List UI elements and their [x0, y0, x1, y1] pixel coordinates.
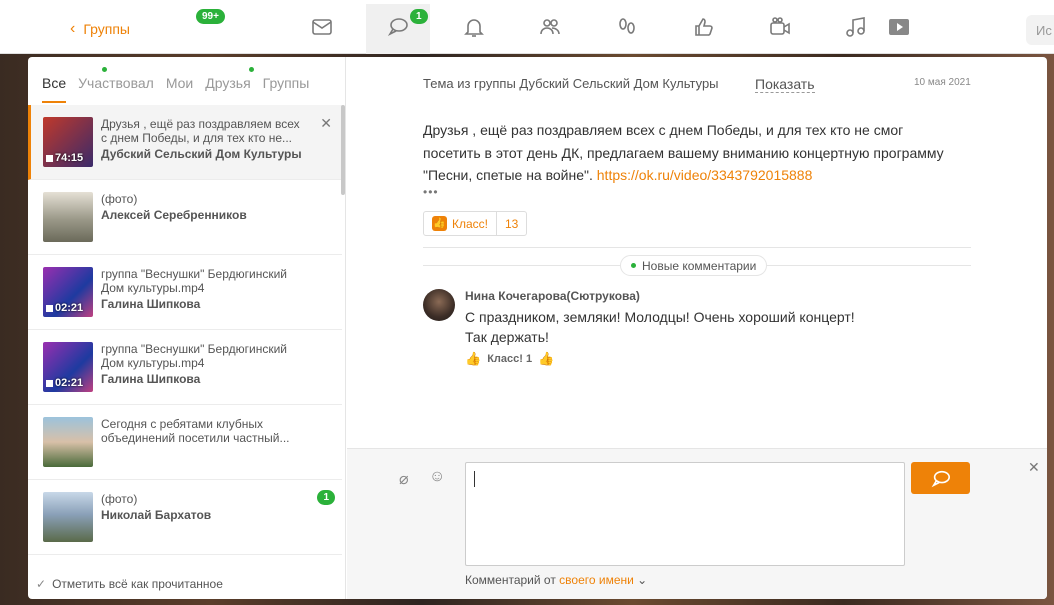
groups-badge: 99+ [196, 9, 225, 24]
tab-all[interactable]: Все [42, 75, 67, 103]
discussion-item[interactable]: 74:15 Друзья , ещё раз поздравляем всех … [28, 105, 342, 180]
discussion-author: Галина Шипкова [101, 297, 201, 311]
thumbs-up-icon: 👍 [432, 216, 447, 231]
music-icon[interactable] [843, 14, 869, 40]
thumbnail: 02:21 [43, 342, 93, 392]
discussion-author: Николай Бархатов [101, 508, 212, 522]
tab-participated[interactable]: Участвовал [78, 67, 154, 103]
thumbnail: 74:15 [43, 117, 93, 167]
bell-icon[interactable] [461, 14, 487, 40]
comment-klass[interactable]: Класс! 1 [487, 353, 532, 365]
discussion-tabs: Все Участвовал Мои Друзья Группы [42, 67, 310, 103]
topic-text: Друзья , ещё раз поздравляем всех с днем… [423, 122, 944, 183]
discussion-item[interactable]: Сегодня с ребятами клубных объединений п… [28, 405, 342, 480]
like-icon[interactable] [691, 14, 717, 40]
comment-composer: ⌀ ☺ ✕ Комментарий от своего имени ⌄ [347, 448, 1047, 599]
discussion-author: Алексей Серебренников [101, 208, 247, 222]
list-scrollbar[interactable] [341, 105, 345, 195]
chevron-down-icon[interactable]: ⌄ [637, 573, 647, 587]
discussion-item[interactable]: (фото) Николай Бархатов 1 [28, 480, 342, 555]
new-dot [631, 263, 636, 268]
tab-mine[interactable]: Мои [166, 75, 193, 103]
mark-all-read-button[interactable]: ✓ Отметить всё как прочитанное [36, 577, 223, 591]
klass-button[interactable]: 👍 Класс! 13 [423, 211, 528, 236]
discussion-snippet: Друзья , ещё раз поздравляем всех с днем… [101, 117, 300, 145]
discussions-sidebar: Все Участвовал Мои Друзья Группы 74:15 Д… [28, 57, 346, 599]
discussion-snippet: Сегодня с ребятами клубных объединений п… [101, 417, 290, 445]
chat-icon [931, 470, 950, 488]
thumbnail: 02:21 [43, 267, 93, 317]
video-duration: 02:21 [46, 302, 83, 314]
new-comments-label: Новые комментарии [620, 255, 768, 276]
discussion-item[interactable]: (фото) Алексей Серебренников [28, 180, 342, 255]
comment-from-selector[interactable]: своего имени [559, 573, 634, 587]
video-icon[interactable] [767, 14, 793, 40]
comment-text: С праздником, земляки! Молодцы! Очень хо… [465, 309, 855, 345]
comment-from: Комментарий от своего имени ⌄ [465, 573, 648, 587]
comment-actions: 👍 Класс! 1 👍 [465, 351, 554, 367]
new-dot [102, 67, 108, 72]
thumbs-up-icon[interactable]: 👍 [465, 351, 481, 367]
messages-badge: 1 [410, 9, 428, 24]
video-duration: 74:15 [46, 152, 83, 164]
chat-icon[interactable] [385, 14, 411, 40]
thumbnail [43, 417, 93, 467]
unread-badge: 1 [317, 490, 335, 505]
comment-input[interactable] [465, 462, 905, 566]
discussion-item[interactable]: 02:21 группа "Веснушки" Бердюгинский Дом… [28, 330, 342, 405]
paperclip-icon[interactable]: ⌀ [399, 469, 409, 489]
discussion-snippet: группа "Веснушки" Бердюгинский Дом культ… [101, 342, 287, 370]
discussion-list: 74:15 Друзья , ещё раз поздравляем всех … [28, 105, 342, 555]
back-label: Группы [83, 21, 130, 37]
discussion-author: Галина Шипкова [101, 372, 201, 386]
tab-friends[interactable]: Друзья [205, 67, 255, 103]
close-icon[interactable]: ✕ [1028, 459, 1040, 476]
new-dot [249, 67, 255, 72]
send-button[interactable] [911, 462, 970, 494]
discussion-snippet: (фото) [101, 492, 138, 506]
smile-icon[interactable]: ☺ [429, 468, 445, 486]
top-bar: ‹ Группы 99+ 1 Ис [0, 0, 1054, 54]
video-duration: 02:21 [46, 377, 83, 389]
check-icon: ✓ [36, 577, 47, 591]
more-button[interactable]: ••• [423, 185, 439, 199]
discussion-snippet: (фото) [101, 192, 138, 206]
thumbnail [43, 192, 93, 242]
avatar[interactable] [423, 289, 455, 321]
klass-plus-icon[interactable]: 👍 [538, 351, 554, 367]
video-link[interactable]: https://ok.ru/video/3343792015888 [597, 167, 813, 183]
close-icon[interactable]: ✕ [320, 115, 332, 132]
discussions-panel: Все Участвовал Мои Друзья Группы 74:15 Д… [28, 57, 1047, 599]
topic-title: Тема из группы Дубский Сельский Дом Куль… [423, 76, 719, 91]
search-input[interactable]: Ис [1026, 15, 1054, 45]
comment-author[interactable]: Нина Кочегарова(Сютрукова) [465, 289, 640, 303]
klass-count[interactable]: 13 [497, 217, 526, 231]
tab-groups[interactable]: Группы [263, 75, 310, 103]
divider [423, 247, 971, 248]
play-icon[interactable] [886, 14, 912, 40]
guests-icon[interactable] [614, 14, 640, 40]
discussion-author: Дубский Сельский Дом Культуры [101, 147, 302, 161]
topic-date: 10 мая 2021 [914, 77, 971, 88]
thumbnail [43, 492, 93, 542]
show-topic-link[interactable]: Показать [755, 76, 815, 93]
mail-icon[interactable] [309, 14, 335, 40]
friends-icon[interactable] [537, 14, 563, 40]
back-to-groups-link[interactable]: ‹ Группы [70, 20, 130, 38]
discussion-snippet: группа "Веснушки" Бердюгинский Дом культ… [101, 267, 287, 295]
discussion-item[interactable]: 02:21 группа "Веснушки" Бердюгинский Дом… [28, 255, 342, 330]
chevron-left-icon: ‹ [70, 20, 76, 37]
discussion-view: Тема из группы Дубский Сельский Дом Куль… [347, 57, 1047, 599]
